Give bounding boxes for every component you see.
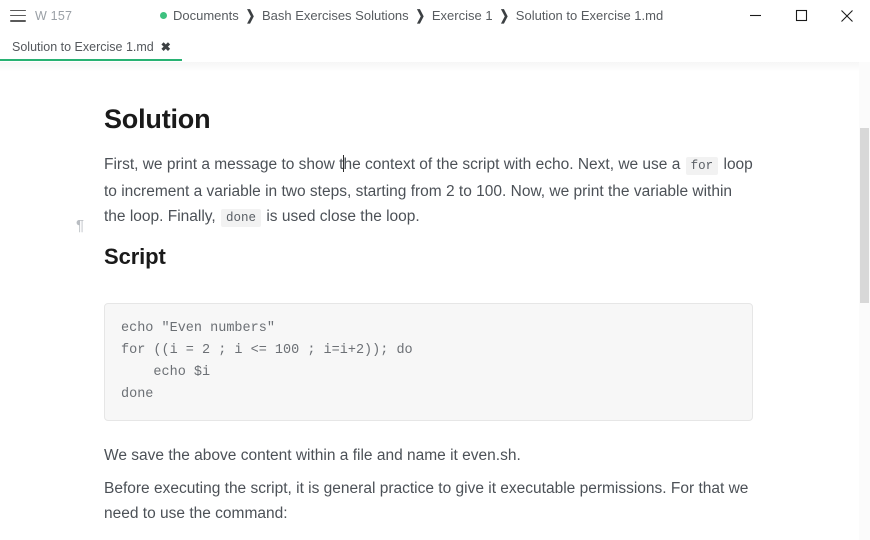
vertical-scrollbar-track[interactable]: [859, 62, 870, 540]
inline-code-done: done: [221, 209, 262, 227]
title-bar-left: W 157: [0, 9, 72, 23]
paragraph-text-part-4: is used close the loop.: [262, 208, 420, 225]
word-count-label: W 157: [35, 8, 73, 23]
close-icon: [840, 9, 854, 23]
paragraph-save-file[interactable]: We save the above content within a file …: [104, 443, 754, 468]
paragraph-intro[interactable]: First, we print a message to show the co…: [104, 152, 754, 231]
breadcrumb-item-bash-exercises-solutions[interactable]: Bash Exercises Solutions: [262, 8, 409, 23]
breadcrumb: Documents ❯ Bash Exercises Solutions ❯ E…: [160, 0, 663, 31]
tab-solution-to-exercise-1[interactable]: Solution to Exercise 1.md ✖: [0, 31, 182, 62]
editor-top-shadow: [0, 62, 870, 72]
breadcrumb-item-exercise-1[interactable]: Exercise 1: [432, 8, 493, 23]
maximize-button[interactable]: [778, 0, 824, 31]
section-heading-script: Script: [104, 244, 166, 269]
pilcrow-icon: ¶: [76, 217, 85, 234]
maximize-icon: [795, 9, 808, 22]
minimize-icon: [749, 9, 762, 22]
paragraph-text-part-2: he context of the script with echo. Next…: [343, 156, 685, 173]
hamburger-icon[interactable]: [10, 9, 26, 22]
code-block-script[interactable]: echo "Even numbers" for ((i = 2 ; i <= 1…: [104, 303, 753, 421]
tab-label: Solution to Exercise 1.md: [12, 39, 154, 54]
close-button[interactable]: [824, 0, 870, 31]
editor-area[interactable]: Solution ¶ First, we print a message to …: [0, 62, 870, 540]
window-controls: [732, 0, 870, 31]
paragraph-text-part-1: First, we print a message to show t: [104, 156, 344, 173]
vertical-scrollbar-thumb[interactable]: [860, 128, 869, 303]
inline-code-for: for: [685, 157, 719, 175]
app-window: W 157 Documents ❯ Bash Exercises Solutio…: [0, 0, 870, 540]
title-bar: W 157 Documents ❯ Bash Exercises Solutio…: [0, 0, 870, 31]
tab-bar: Solution to Exercise 1.md ✖: [0, 31, 870, 62]
minimize-button[interactable]: [732, 0, 778, 31]
breadcrumb-item-documents[interactable]: Documents: [173, 8, 239, 23]
breadcrumb-separator-icon: ❯: [245, 8, 255, 24]
breadcrumb-item-current-file[interactable]: Solution to Exercise 1.md: [516, 8, 663, 23]
tab-close-icon[interactable]: ✖: [161, 41, 171, 53]
page-title: Solution: [104, 104, 211, 134]
paragraph-permissions[interactable]: Before executing the script, it is gener…: [104, 476, 754, 526]
breadcrumb-separator-icon: ❯: [499, 8, 509, 24]
breadcrumb-status-dot: [160, 12, 167, 19]
breadcrumb-separator-icon: ❯: [415, 8, 425, 24]
